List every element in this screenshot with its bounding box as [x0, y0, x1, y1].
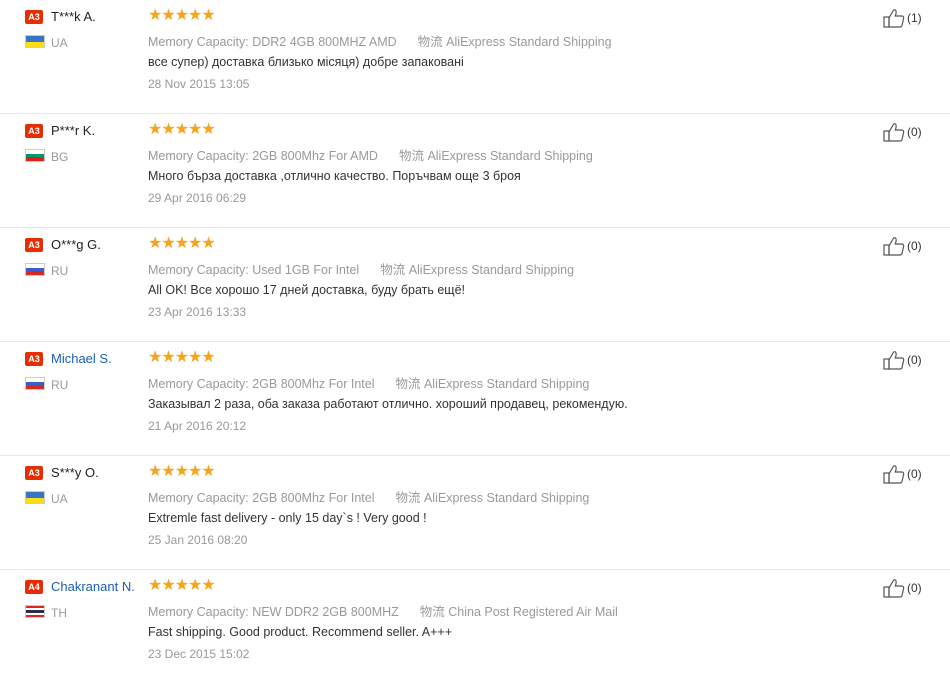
logistics-value: China Post Registered Air Mail: [448, 605, 618, 619]
rating-stars: ★★★★★: [148, 235, 216, 252]
review-item: A3 Michael S. RU ★★★★★ Memory Capacity: …: [0, 342, 950, 456]
buyer-country: RU: [51, 378, 69, 392]
attribute-label: Memory Capacity:: [148, 491, 249, 505]
review-item: A3 O***g G. RU ★★★★★ Memory Capacity: Us…: [0, 228, 950, 342]
logistics-label: 物流: [395, 491, 421, 505]
logistics-label: 物流: [398, 149, 424, 163]
buyer-country: UA: [51, 36, 68, 50]
buyer-name: S***y O.: [51, 465, 99, 480]
logistics-label: 物流: [419, 605, 445, 619]
thumbs-up-icon: [883, 9, 905, 28]
thumbs-up-icon: [883, 579, 905, 598]
review-date: 21 Apr 2016 20:12: [148, 419, 247, 433]
attribute-label: Memory Capacity:: [148, 35, 249, 49]
rating-stars: ★★★★★: [148, 577, 216, 594]
review-date: 29 Apr 2016 06:29: [148, 191, 247, 205]
review-date: 23 Dec 2015 15:02: [148, 647, 250, 661]
country-flag-icon: [25, 605, 45, 618]
product-attributes: Memory Capacity: Used 1GB For Intel 物流 A…: [148, 259, 574, 278]
helpful-button[interactable]: (1): [883, 8, 922, 28]
thumbs-up-icon: [883, 351, 905, 370]
feedback-text: Fast shipping. Good product. Recommend s…: [148, 625, 452, 639]
logistics-label: 物流: [395, 377, 421, 391]
product-attributes: Memory Capacity: DDR2 4GB 800MHZ AMD 物流 …: [148, 31, 612, 50]
buyer-level-badge: A3: [25, 466, 43, 480]
attribute-value: 2GB 800Mhz For Intel: [252, 491, 375, 505]
helpful-count: (1): [907, 11, 922, 25]
attribute-label: Memory Capacity:: [148, 263, 249, 277]
buyer-level-badge: A3: [25, 352, 43, 366]
thumbs-up-icon: [883, 237, 905, 256]
buyer-country: UA: [51, 492, 68, 506]
buyer-name[interactable]: Michael S.: [51, 351, 112, 366]
review-item: A3 T***k A. UA ★★★★★ Memory Capacity: DD…: [0, 0, 950, 114]
review-list: A3 T***k A. UA ★★★★★ Memory Capacity: DD…: [0, 0, 950, 684]
logistics-value: AliExpress Standard Shipping: [446, 35, 612, 49]
feedback-text: All OK! Все хорошо 17 дней доставка, буд…: [148, 283, 465, 297]
product-attributes: Memory Capacity: NEW DDR2 2GB 800MHZ 物流 …: [148, 601, 618, 620]
buyer-level-badge: A4: [25, 580, 43, 594]
logistics-label: 物流: [380, 263, 406, 277]
buyer-name: T***k A.: [51, 9, 96, 24]
attribute-value: DDR2 4GB 800MHZ AMD: [252, 35, 397, 49]
logistics-value: AliExpress Standard Shipping: [423, 491, 590, 505]
buyer-name: O***g G.: [51, 237, 101, 252]
thumbs-up-icon: [883, 465, 905, 484]
helpful-button[interactable]: (0): [883, 122, 922, 142]
attribute-value: 2GB 800Mhz For AMD: [252, 149, 378, 163]
rating-stars: ★★★★★: [148, 463, 216, 480]
buyer-country: TH: [51, 606, 67, 620]
feedback-text: Заказывал 2 раза, оба заказа работают от…: [148, 397, 628, 411]
attribute-value: 2GB 800Mhz For Intel: [252, 377, 375, 391]
attribute-value: NEW DDR2 2GB 800MHZ: [252, 605, 399, 619]
rating-stars: ★★★★★: [148, 349, 216, 366]
helpful-count: (0): [907, 125, 922, 139]
buyer-level-badge: A3: [25, 124, 43, 138]
thumbs-up-icon: [883, 123, 905, 142]
review-date: 23 Apr 2016 13:33: [148, 305, 247, 319]
helpful-count: (0): [907, 239, 922, 253]
feedback-text: Много бърза доставка ,отлично качество. …: [148, 169, 521, 183]
helpful-count: (0): [907, 353, 922, 367]
review-item: A4 Chakranant N. TH ★★★★★ Memory Capacit…: [0, 570, 950, 684]
review-date: 25 Jan 2016 08:20: [148, 533, 248, 547]
rating-stars: ★★★★★: [148, 7, 216, 24]
buyer-name[interactable]: Chakranant N.: [51, 579, 135, 594]
feedback-text: Extremle fast delivery - only 15 day`s !…: [148, 511, 427, 525]
helpful-button[interactable]: (0): [883, 350, 922, 370]
helpful-button[interactable]: (0): [883, 464, 922, 484]
product-attributes: Memory Capacity: 2GB 800Mhz For Intel 物流…: [148, 373, 589, 392]
attribute-label: Memory Capacity:: [148, 605, 249, 619]
attribute-value: Used 1GB For Intel: [252, 263, 360, 277]
buyer-country: RU: [51, 264, 69, 278]
review-item: A3 P***r K. BG ★★★★★ Memory Capacity: 2G…: [0, 114, 950, 228]
logistics-label: 物流: [417, 35, 443, 49]
country-flag-icon: [25, 491, 45, 504]
country-flag-icon: [25, 377, 45, 390]
logistics-value: AliExpress Standard Shipping: [427, 149, 593, 163]
country-flag-icon: [25, 263, 45, 276]
buyer-name: P***r K.: [51, 123, 96, 138]
helpful-count: (0): [907, 581, 922, 595]
product-attributes: Memory Capacity: 2GB 800Mhz For AMD 物流 A…: [148, 145, 593, 164]
attribute-label: Memory Capacity:: [148, 149, 249, 163]
buyer-level-badge: A3: [25, 238, 43, 252]
rating-stars: ★★★★★: [148, 121, 216, 138]
buyer-level-badge: A3: [25, 10, 43, 24]
country-flag-icon: [25, 35, 45, 48]
attribute-label: Memory Capacity:: [148, 377, 249, 391]
country-flag-icon: [25, 149, 45, 162]
helpful-button[interactable]: (0): [883, 236, 922, 256]
logistics-value: AliExpress Standard Shipping: [423, 377, 590, 391]
review-date: 28 Nov 2015 13:05: [148, 77, 250, 91]
feedback-text: все супер) доставка близько місяця) добр…: [148, 55, 464, 69]
buyer-country: BG: [51, 150, 69, 164]
helpful-count: (0): [907, 467, 922, 481]
review-item: A3 S***y O. UA ★★★★★ Memory Capacity: 2G…: [0, 456, 950, 570]
product-attributes: Memory Capacity: 2GB 800Mhz For Intel 物流…: [148, 487, 589, 506]
helpful-button[interactable]: (0): [883, 578, 922, 598]
logistics-value: AliExpress Standard Shipping: [408, 263, 575, 277]
